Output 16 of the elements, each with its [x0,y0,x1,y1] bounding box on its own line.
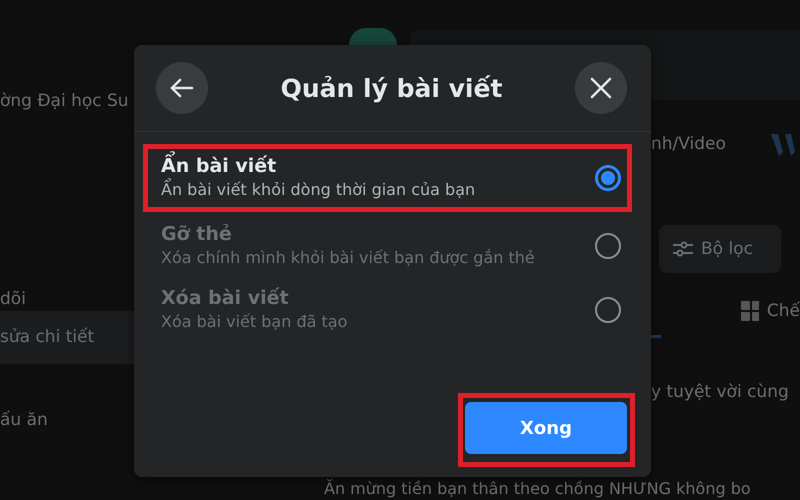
option-title: Gỡ thẻ [161,222,233,246]
sidebar-item[interactable]: ấu ăn [0,408,134,432]
filter-button[interactable]: Bộ lọc [659,225,781,273]
tab[interactable]: nh/Video [651,134,800,160]
post-snippet: y tuyệt vời cùng [651,382,790,402]
option-description: Xóa bài viết bạn đã tạo [161,311,348,333]
post-title[interactable]: Ăn mừng tiền bạn thân theo chồng NHƯNG không bo [324,479,751,498]
sidebar-item[interactable]: sửa chi tiết [0,311,134,364]
sidebar-item[interactable]: ờng Đại học Su [0,89,134,113]
option-description: Ẩn bài viết khỏi dòng thời gian của bạn [161,178,476,201]
done-button[interactable]: Xong [465,402,627,454]
view-tab[interactable]: Chế [766,301,800,321]
dialog-title: Quản lý bài viết [280,74,502,102]
option-title: Xóa bài viết [161,286,290,310]
option-description: Xóa chính mình khỏi bài viết bạn được gắn thẻ [161,247,536,269]
sidebar-item[interactable]: dõi [0,287,134,311]
